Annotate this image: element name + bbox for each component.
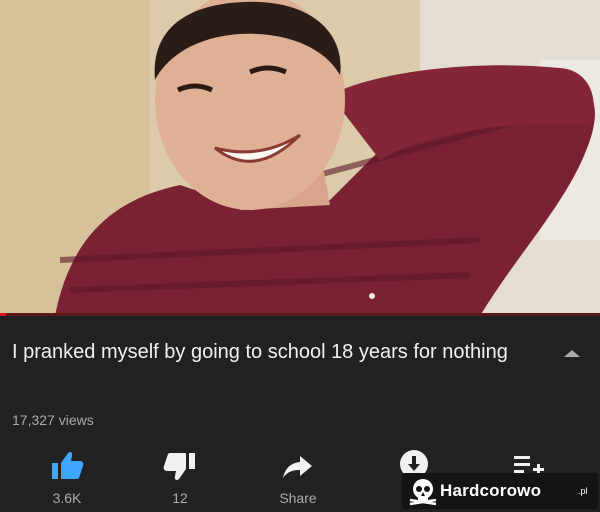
chevron-up-icon (564, 350, 580, 357)
share-arrow-icon (283, 456, 312, 478)
youtube-mobile-screen: I pranked myself by going to school 18 y… (0, 0, 600, 512)
collapse-description-button[interactable] (562, 346, 582, 358)
video-player[interactable] (0, 0, 600, 316)
like-button[interactable]: 3.6K (27, 444, 107, 510)
thumbs-down-icon (163, 453, 195, 480)
share-button[interactable]: Share (258, 444, 338, 510)
dislike-count: 12 (172, 490, 188, 506)
share-label: Share (279, 490, 317, 506)
watermark-brand: Hardcorowo (440, 481, 542, 500)
skull-icon (409, 479, 437, 506)
video-title[interactable]: I pranked myself by going to school 18 y… (12, 338, 532, 367)
dislike-button[interactable]: 12 (140, 444, 220, 510)
watermark-tld: .pl (578, 486, 588, 496)
view-count: 17,327 views (12, 412, 94, 428)
like-count: 3.6K (52, 490, 82, 506)
video-frame-image (0, 0, 600, 316)
thumbs-up-icon (52, 452, 84, 479)
hardcorowo-watermark: Hardcorowo .pl (402, 473, 598, 509)
